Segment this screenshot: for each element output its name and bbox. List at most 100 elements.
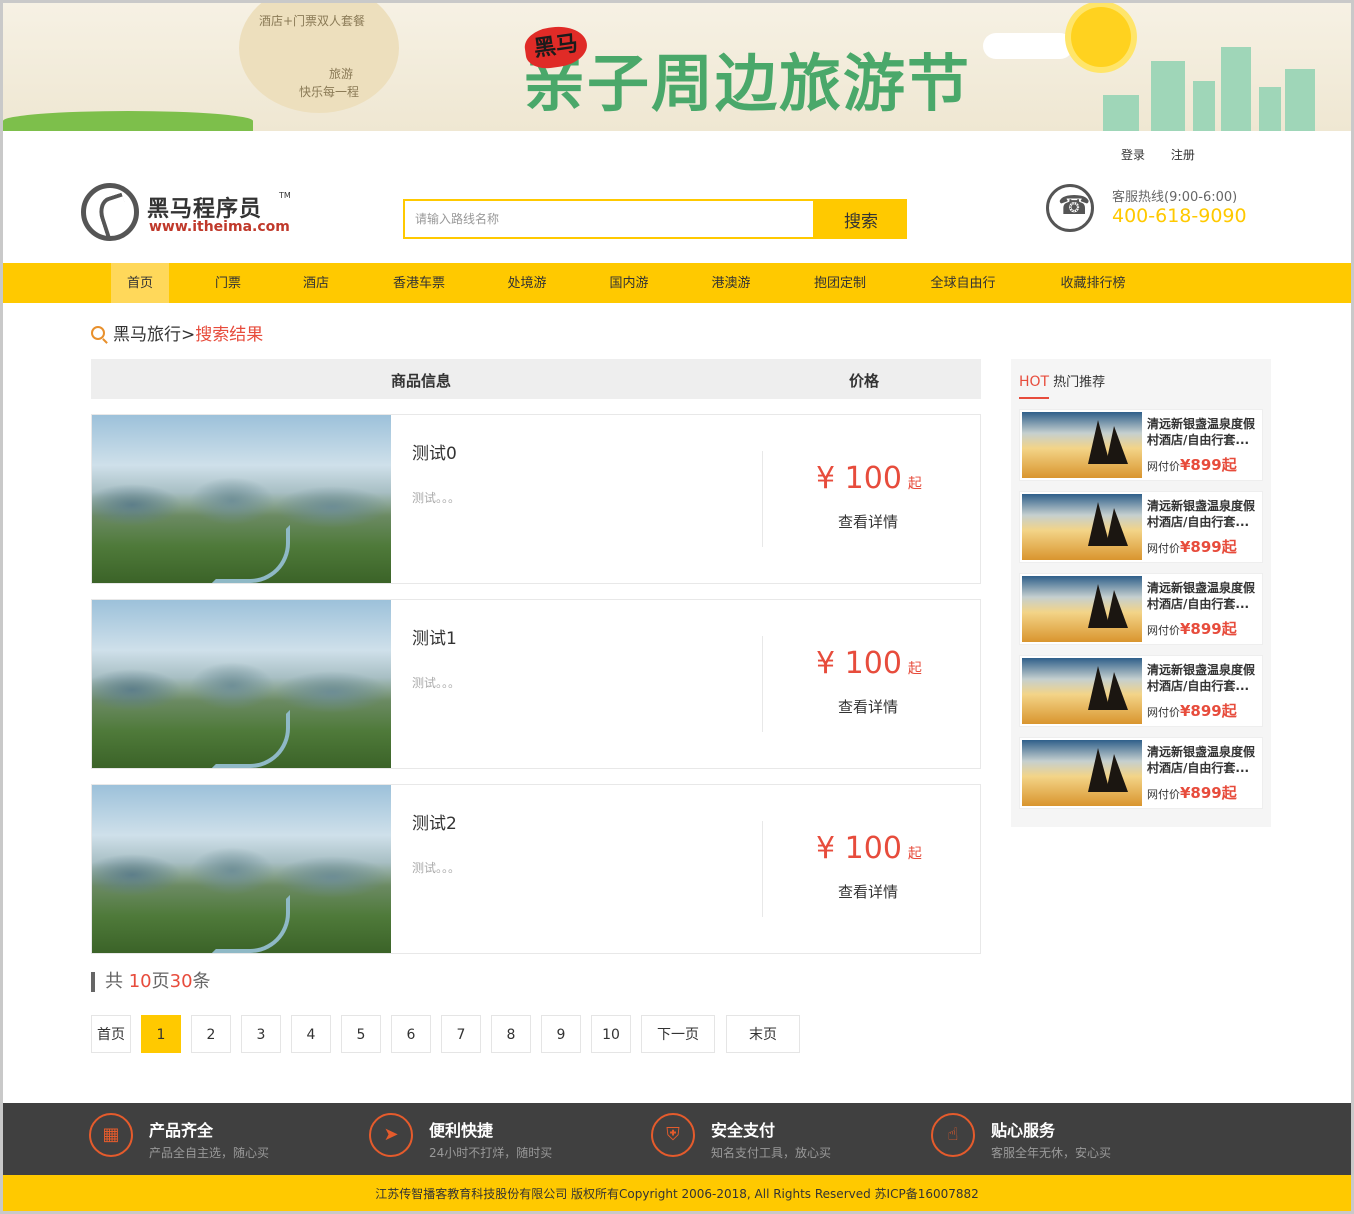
hot-item-image[interactable] — [1022, 412, 1142, 478]
page-frame: 酒店+门票双人套餐 旅游 快乐每一程 亲子周边旅游节 黑马 登录 注册 黑马程序… — [0, 0, 1354, 1214]
result-row[interactable]: 测试2 测试。。。 ¥ 100 起 查看详情 — [91, 784, 981, 954]
page-button-3[interactable]: 3 — [241, 1015, 281, 1053]
hot-item-price: 网付价¥899起 — [1147, 782, 1237, 803]
view-details-link[interactable]: 查看详情 — [838, 511, 898, 532]
row-divider — [762, 451, 763, 547]
result-row[interactable]: 测试1 测试。。。 ¥ 100 起 查看详情 — [91, 599, 981, 769]
view-details-link[interactable]: 查看详情 — [838, 696, 898, 717]
last-page-button[interactable]: 末页 — [726, 1015, 800, 1053]
nav-item-hk-bus[interactable]: 香港车票 — [379, 263, 459, 303]
col-product-info: 商品信息 — [391, 372, 452, 390]
feature-desc: 产品全自主选，随心买 — [149, 1146, 270, 1160]
hot-item-name[interactable]: 清远新银盏温泉度假村酒店/自由行套... — [1147, 416, 1259, 448]
phone-icon — [1046, 184, 1094, 232]
page-button-5[interactable]: 5 — [341, 1015, 381, 1053]
hot-item-image[interactable] — [1022, 658, 1142, 724]
first-page-button[interactable]: 首页 — [91, 1015, 131, 1053]
breadcrumb-home[interactable]: 黑马旅行 — [113, 325, 181, 345]
site-logo[interactable]: 黑马程序员 TM www.itheima.com — [81, 183, 291, 243]
page-button-8[interactable]: 8 — [491, 1015, 531, 1053]
promo-banner[interactable]: 酒店+门票双人套餐 旅游 快乐每一程 亲子周边旅游节 黑马 — [3, 3, 1351, 131]
hotline-label: 客服热线(9:00-6:00) — [1112, 190, 1238, 205]
route-title[interactable]: 测试2 — [412, 809, 457, 834]
route-image[interactable] — [92, 600, 391, 768]
currency-symbol: ¥ — [816, 461, 836, 496]
search-icon — [91, 326, 105, 340]
search-input[interactable] — [403, 199, 815, 239]
nav-item-tickets[interactable]: 门票 — [199, 263, 257, 303]
col-price: 价格 — [849, 372, 880, 390]
nav-item-home[interactable]: 首页 — [111, 263, 169, 303]
hot-item-image[interactable] — [1022, 740, 1142, 806]
logo-trademark: TM — [279, 191, 291, 200]
hot-item-price-value: ¥899起 — [1180, 620, 1237, 638]
hot-item[interactable]: 清远新银盏温泉度假村酒店/自由行套... 网付价¥899起 — [1019, 655, 1263, 727]
price-value: 100 — [844, 831, 902, 866]
page-button-10[interactable]: 10 — [591, 1015, 631, 1053]
summary-suffix: 条 — [192, 971, 211, 992]
hot-item-price-value: ¥899起 — [1180, 538, 1237, 556]
hot-item[interactable]: 清远新银盏温泉度假村酒店/自由行套... 网付价¥899起 — [1019, 491, 1263, 563]
nav-item-outbound[interactable]: 处境游 — [493, 263, 561, 303]
route-title[interactable]: 测试1 — [412, 624, 457, 649]
hot-item-price: 网付价¥899起 — [1147, 454, 1237, 475]
feature-desc: 知名支付工具，放心买 — [711, 1146, 832, 1160]
route-title[interactable]: 测试0 — [412, 439, 457, 464]
hot-item[interactable]: 清远新银盏温泉度假村酒店/自由行套... 网付价¥899起 — [1019, 573, 1263, 645]
next-page-button[interactable]: 下一页 — [641, 1015, 715, 1053]
page-button-1[interactable]: 1 — [141, 1015, 181, 1053]
login-link[interactable]: 登录 — [1121, 148, 1145, 162]
feature-name: 便利快捷 — [429, 1121, 494, 1140]
search-button[interactable]: 搜索 — [815, 199, 907, 239]
breadcrumb-separator: > — [181, 325, 196, 345]
hot-item-price-value: ¥899起 — [1180, 702, 1237, 720]
hot-item-name[interactable]: 清远新银盏温泉度假村酒店/自由行套... — [1147, 498, 1259, 530]
logo-url: www.itheima.com — [149, 219, 290, 235]
hot-item-image[interactable] — [1022, 576, 1142, 642]
hot-item-price-label: 网付价 — [1147, 706, 1180, 719]
hot-recommendations: HOT 热门推荐 清远新银盏温泉度假村酒店/自由行套... 网付价¥899起 清远… — [1011, 359, 1271, 827]
hot-item-image[interactable] — [1022, 494, 1142, 560]
hot-item-price: 网付价¥899起 — [1147, 618, 1237, 639]
page-button-7[interactable]: 7 — [441, 1015, 481, 1053]
feature-desc: 24小时不打烊，随时买 — [429, 1146, 553, 1160]
hot-item[interactable]: 清远新银盏温泉度假村酒店/自由行套... 网付价¥899起 — [1019, 409, 1263, 481]
results-header: 商品信息 价格 — [91, 359, 981, 399]
route-image[interactable] — [92, 785, 391, 953]
summary-count: 30 — [169, 971, 193, 992]
hot-item-name[interactable]: 清远新银盏温泉度假村酒店/自由行套... — [1147, 580, 1259, 612]
view-details-link[interactable]: 查看详情 — [838, 881, 898, 902]
thumbs-up-icon: ☝ — [931, 1113, 975, 1157]
hot-item-name[interactable]: 清远新银盏温泉度假村酒店/自由行套... — [1147, 662, 1259, 694]
hot-tag: HOT — [1019, 374, 1050, 390]
banner-slogan: 亲子周边旅游节 — [523, 47, 972, 120]
register-link[interactable]: 注册 — [1171, 148, 1195, 162]
row-divider — [762, 636, 763, 732]
page-button-4[interactable]: 4 — [291, 1015, 331, 1053]
hot-item-name[interactable]: 清远新银盏温泉度假村酒店/自由行套... — [1147, 744, 1259, 776]
nav-item-domestic[interactable]: 国内游 — [595, 263, 663, 303]
nav-item-favorites-rank[interactable]: 收藏排行榜 — [1043, 263, 1143, 303]
hot-item[interactable]: 清远新银盏温泉度假村酒店/自由行套... 网付价¥899起 — [1019, 737, 1263, 809]
results-summary: 共 10页30条 — [91, 972, 211, 992]
result-row[interactable]: 测试0 测试。。。 ¥ 100 起 查看详情 — [91, 414, 981, 584]
banner-grass — [3, 111, 253, 131]
nav-item-global-free[interactable]: 全球自由行 — [913, 263, 1013, 303]
banner-package-line2: 旅游 — [329, 67, 354, 81]
route-image[interactable] — [92, 415, 391, 583]
hot-item-price-label: 网付价 — [1147, 460, 1180, 473]
page-button-2[interactable]: 2 — [191, 1015, 231, 1053]
rocket-icon: ➤ — [369, 1113, 413, 1157]
price-suffix: 起 — [907, 846, 922, 862]
building-icon — [1259, 87, 1281, 131]
nav-item-hotels[interactable]: 酒店 — [287, 263, 345, 303]
banner-package-line3: 快乐每一程 — [299, 85, 360, 99]
building-icon — [1285, 69, 1315, 131]
nav-item-group-custom[interactable]: 抱团定制 — [799, 263, 881, 303]
hot-item-price: 网付价¥899起 — [1147, 536, 1237, 557]
hot-item-price-value: ¥899起 — [1180, 784, 1237, 802]
page-button-9[interactable]: 9 — [541, 1015, 581, 1053]
building-icon — [1151, 61, 1185, 131]
nav-item-hk-macau[interactable]: 港澳游 — [697, 263, 765, 303]
page-button-6[interactable]: 6 — [391, 1015, 431, 1053]
